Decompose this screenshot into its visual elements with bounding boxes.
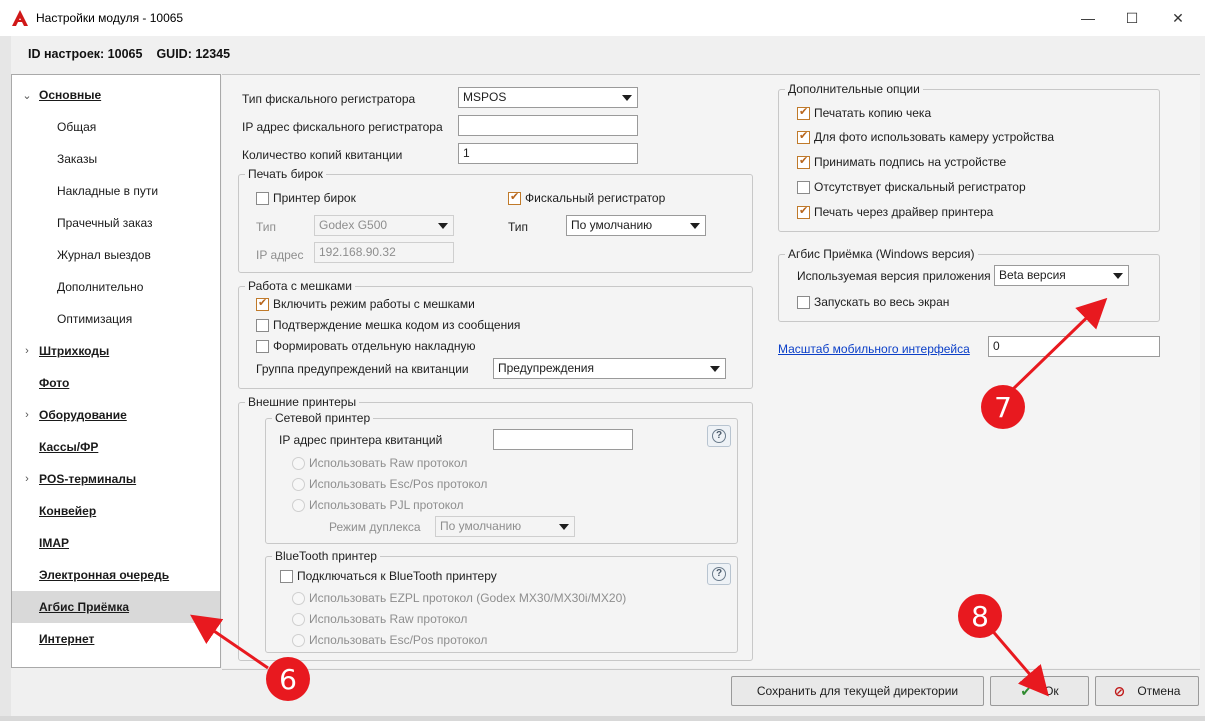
arrow-6 [190,614,269,670]
arrow-7 [1008,297,1108,394]
annotation-badge-6: 6 [266,657,310,701]
annotation-badge-7: 7 [981,385,1025,429]
annotation-arrows [190,297,1108,697]
arrow-8 [988,627,1049,697]
annotation-badge-8: 8 [958,594,1002,638]
